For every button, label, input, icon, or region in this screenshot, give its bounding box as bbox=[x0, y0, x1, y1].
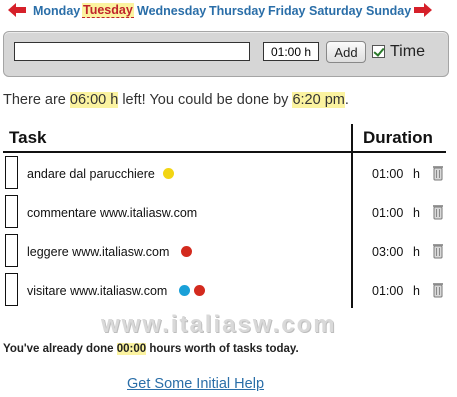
task-checkbox[interactable] bbox=[5, 273, 18, 306]
task-column-header: Task bbox=[9, 128, 47, 147]
task-duration[interactable]: 01:00 bbox=[372, 167, 403, 181]
task-duration[interactable]: 01:00 bbox=[372, 284, 403, 298]
duration-unit: h bbox=[413, 167, 420, 181]
table-row: visitare www.italiasw.com 01:00 h bbox=[0, 272, 457, 311]
left-arrow-icon[interactable] bbox=[8, 3, 26, 17]
tag-dots bbox=[181, 246, 196, 258]
table-row: andare dal parucchiere 01:00 h bbox=[0, 155, 457, 194]
done-today: You've already done 00:00 hours worth of… bbox=[3, 343, 299, 355]
task-name[interactable]: commentare www.italiasw.com bbox=[27, 206, 197, 220]
yellow-tag-dot-icon bbox=[163, 168, 174, 179]
header-divider bbox=[3, 151, 446, 153]
trash-icon[interactable] bbox=[432, 243, 444, 259]
time-summary: There are 06:00 h left! You could be don… bbox=[3, 92, 349, 108]
task-input[interactable] bbox=[14, 42, 250, 61]
task-duration[interactable]: 01:00 bbox=[372, 206, 403, 220]
day-wednesday[interactable]: Wednesday bbox=[137, 4, 206, 18]
time-input[interactable] bbox=[263, 42, 319, 61]
task-checkbox[interactable] bbox=[5, 234, 18, 267]
task-checkbox[interactable] bbox=[5, 156, 18, 189]
done-prefix: You've already done bbox=[3, 343, 117, 355]
trash-icon[interactable] bbox=[432, 282, 444, 298]
trash-icon[interactable] bbox=[432, 165, 444, 181]
time-label: Time bbox=[390, 43, 425, 60]
day-sunday[interactable]: Sunday bbox=[366, 4, 411, 18]
hours-left: 06:00 h bbox=[69, 92, 119, 108]
day-navigation: Monday Tuesday Wednesday Thursday Friday… bbox=[0, 0, 457, 22]
tag-dots bbox=[163, 168, 178, 180]
day-saturday[interactable]: Saturday bbox=[309, 4, 363, 18]
watermark: www.italiasw.com bbox=[101, 311, 337, 338]
table-row: commentare www.italiasw.com 01:00 h bbox=[0, 194, 457, 233]
red-tag-dot-icon bbox=[181, 246, 192, 257]
day-tuesday[interactable]: Tuesday bbox=[82, 3, 134, 18]
done-by-time: 6:20 pm bbox=[292, 92, 345, 108]
duration-unit: h bbox=[413, 284, 420, 298]
duration-unit: h bbox=[413, 206, 420, 220]
day-thursday[interactable]: Thursday bbox=[209, 4, 265, 18]
done-suffix: hours worth of tasks today. bbox=[146, 343, 299, 355]
help-link[interactable]: Get Some Initial Help bbox=[127, 376, 264, 392]
done-hours: 00:00 bbox=[116, 343, 147, 355]
summary-suffix: . bbox=[344, 92, 349, 108]
trash-icon[interactable] bbox=[432, 204, 444, 220]
duration-unit: h bbox=[413, 245, 420, 259]
task-name[interactable]: visitare www.italiasw.com bbox=[27, 284, 167, 298]
task-name[interactable]: andare dal parucchiere bbox=[27, 167, 155, 181]
time-checkbox[interactable] bbox=[372, 45, 385, 58]
task-name[interactable]: leggere www.italiasw.com bbox=[27, 245, 169, 259]
tag-dots bbox=[179, 285, 209, 297]
right-arrow-icon[interactable] bbox=[414, 3, 432, 17]
add-button[interactable]: Add bbox=[326, 41, 366, 63]
summary-prefix: There are bbox=[3, 92, 70, 108]
summary-middle: left! You could be done by bbox=[118, 92, 293, 108]
task-duration[interactable]: 03:00 bbox=[372, 245, 403, 259]
add-task-bar: Add Time bbox=[3, 31, 449, 77]
red-tag-dot-icon bbox=[194, 285, 205, 296]
table-row: leggere www.italiasw.com 03:00 h bbox=[0, 233, 457, 272]
task-checkbox[interactable] bbox=[5, 195, 18, 228]
day-friday[interactable]: Friday bbox=[268, 4, 306, 18]
blue-tag-dot-icon bbox=[179, 285, 190, 296]
duration-column-header: Duration bbox=[363, 128, 433, 147]
day-monday[interactable]: Monday bbox=[33, 4, 80, 18]
